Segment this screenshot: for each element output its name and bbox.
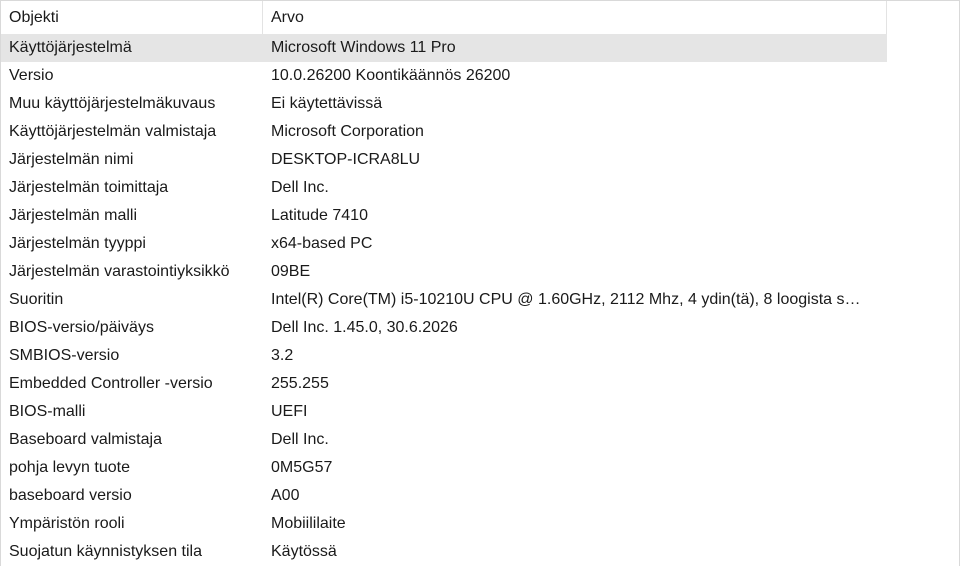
item-value: Intel(R) Core(TM) i5-10210U CPU @ 1.60GH…	[271, 291, 861, 308]
item-name: Käyttöjärjestelmän valmistaja	[9, 123, 217, 140]
item-name: Järjestelmän varastointiyksikkö	[9, 263, 230, 280]
list-row[interactable]: Suojatun käynnistyksen tila Käytössä	[1, 538, 887, 566]
item-value: DESKTOP-ICRA8LU	[271, 151, 421, 168]
list-row[interactable]: Käyttöjärjestelmän valmistaja Microsoft C…	[1, 118, 887, 146]
item-name: Embedded Controller -versio	[9, 375, 213, 392]
column-header-item[interactable]: Objekti	[1, 1, 263, 34]
list-row[interactable]: Suoritin Intel(R) Core(TM) i5-10210U CPU …	[1, 286, 887, 314]
item-name: pohja levyn tuote	[9, 459, 130, 476]
item-name: Käyttöjärjestelmä	[9, 39, 132, 56]
item-value: UEFI	[271, 403, 308, 420]
item-name: Versio	[9, 67, 54, 84]
item-value: 255.255	[271, 375, 329, 392]
list-row[interactable]: Baseboard valmistaja Dell Inc.	[1, 426, 887, 454]
item-name: baseboard versio	[9, 487, 132, 504]
item-value: Latitude 7410	[271, 207, 368, 224]
list-row[interactable]: Järjestelmän tyyppi x64-based PC	[1, 230, 887, 258]
item-name: BIOS-malli	[9, 403, 86, 420]
item-value: Mobiililaite	[271, 515, 346, 532]
item-name: Ympäristön rooli	[9, 515, 125, 532]
list-row[interactable]: pohja levyn tuote 0M5G57	[1, 454, 887, 482]
item-value: Käytössä	[271, 543, 337, 560]
item-value: Ei käytettävissä	[271, 95, 383, 112]
item-value: Dell Inc. 1.45.0, 30.6.2026	[271, 319, 458, 336]
item-value: x64-based PC	[271, 235, 373, 252]
list-row[interactable]: BIOS-versio/päiväys Dell Inc. 1.45.0, 30.…	[1, 314, 887, 342]
item-name: Baseboard valmistaja	[9, 431, 162, 448]
column-header-value[interactable]: Arvo	[263, 1, 887, 34]
item-value: A00	[271, 487, 300, 504]
item-value: Microsoft Windows 11 Pro	[271, 39, 456, 56]
list-row[interactable]: Ympäristön rooli Mobiililaite	[1, 510, 887, 538]
list-row[interactable]: Järjestelmän malli Latitude 7410	[1, 202, 887, 230]
item-name: Suojatun käynnistyksen tila	[9, 543, 202, 560]
item-value: 3.2	[271, 347, 294, 364]
item-name: Järjestelmän nimi	[9, 151, 134, 168]
item-value: Dell Inc.	[271, 179, 329, 196]
list-row[interactable]: baseboard versio A00	[1, 482, 887, 510]
list-row[interactable]: BIOS-malli UEFI	[1, 398, 887, 426]
item-value: 09BE	[271, 263, 311, 280]
list-row[interactable]: Järjestelmän toimittaja Dell Inc.	[1, 174, 887, 202]
list-row[interactable]: Versio 10.0.26200 Koontikäännös 26200	[1, 62, 887, 90]
item-value: 10.0.26200 Koontikäännös 26200	[271, 67, 511, 84]
list-row[interactable]: Muu käyttöjärjestelmäkuvaus Ei käytettävi…	[1, 90, 887, 118]
system-info-list: Objekti Arvo Käyttöjärjestelmä Microsoft …	[1, 1, 887, 566]
system-summary-panel: Objekti Arvo Käyttöjärjestelmä Microsoft …	[0, 0, 960, 566]
list-row[interactable]: SMBIOS-versio 3.2	[1, 342, 887, 370]
list-row[interactable]: Embedded Controller -versio 255.255	[1, 370, 887, 398]
item-value: 0M5G57	[271, 459, 333, 476]
item-name: Suoritin	[9, 291, 64, 308]
item-name: SMBIOS-versio	[9, 347, 120, 364]
list-row[interactable]: Järjestelmän nimi DESKTOP-ICRA8LU	[1, 146, 887, 174]
item-name: Järjestelmän tyyppi	[9, 235, 146, 252]
list-row[interactable]: Järjestelmän varastointiyksikkö 09BE	[1, 258, 887, 286]
list-header: Objekti Arvo	[1, 1, 887, 34]
item-value: Microsoft Corporation	[271, 123, 424, 140]
item-name: Muu käyttöjärjestelmäkuvaus	[9, 95, 216, 112]
item-name: Järjestelmän toimittaja	[9, 179, 169, 196]
item-value: Dell Inc.	[271, 431, 329, 448]
item-name: BIOS-versio/päiväys	[9, 319, 154, 336]
item-name: Järjestelmän malli	[9, 207, 138, 224]
list-rows: Käyttöjärjestelmä Microsoft Windows 11 Pr…	[1, 34, 887, 566]
list-row[interactable]: Käyttöjärjestelmä Microsoft Windows 11 Pr…	[1, 34, 887, 62]
